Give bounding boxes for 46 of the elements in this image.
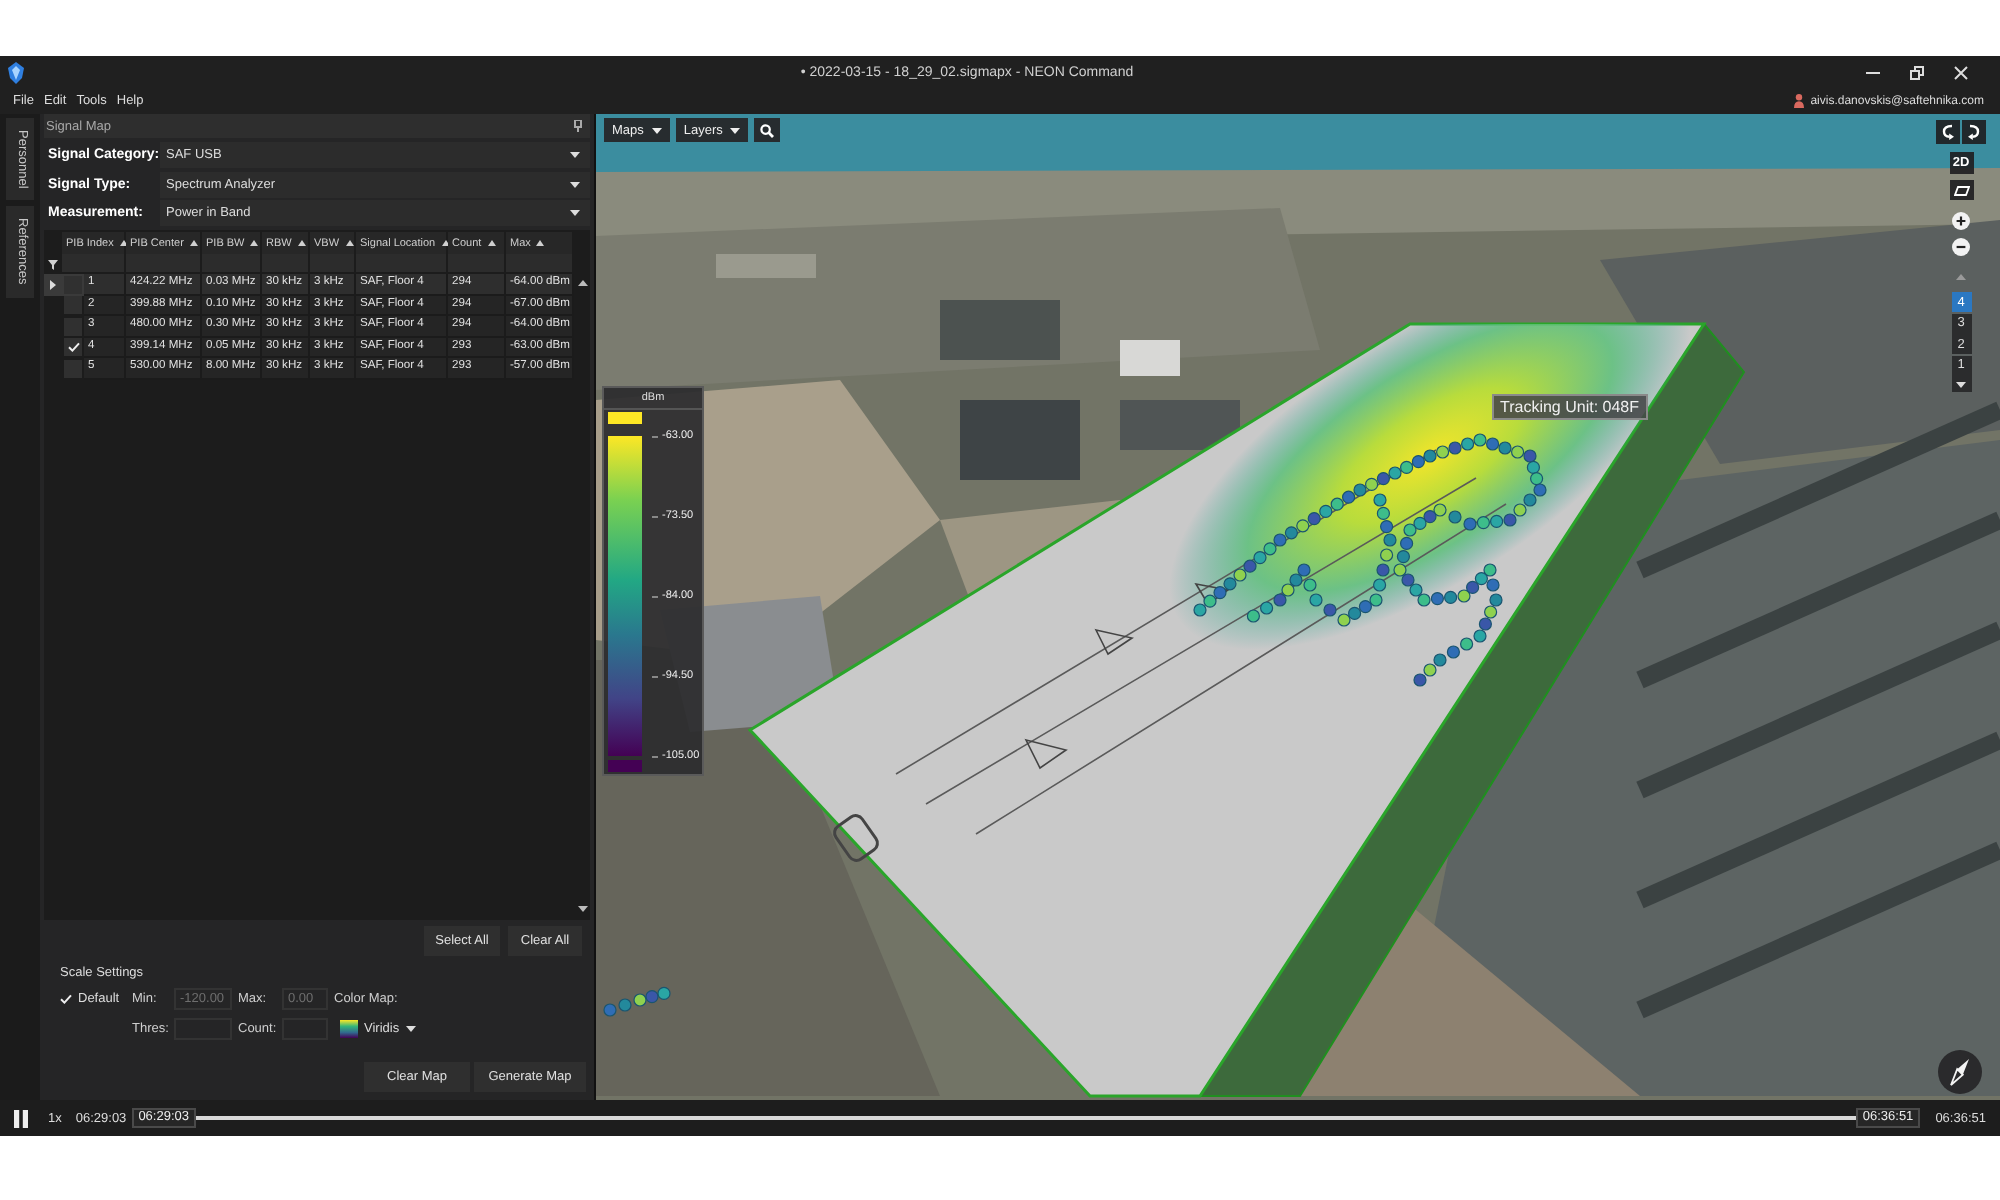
- compass-icon[interactable]: [1938, 1050, 1982, 1094]
- pin-icon[interactable]: [574, 120, 582, 132]
- row-checkbox[interactable]: [64, 338, 82, 357]
- tilt-icon: [1953, 185, 1969, 195]
- search-icon: [760, 123, 775, 137]
- caret-up-icon[interactable]: [577, 280, 587, 286]
- rotate-left-button[interactable]: [1936, 120, 1960, 144]
- zoom-in-icon[interactable]: [1952, 212, 1970, 230]
- check-icon: [67, 342, 79, 353]
- caret-down-icon: [730, 127, 741, 133]
- zoom-out-icon[interactable]: [1952, 238, 1970, 256]
- sort-arrow-icon: [297, 240, 306, 246]
- color-swatch-icon: [608, 760, 642, 772]
- row-checkbox[interactable]: [64, 296, 82, 315]
- sort-arrow-icon: [536, 240, 545, 246]
- sort-arrow-icon: [189, 240, 198, 246]
- caret-down-icon: [570, 182, 580, 188]
- color-swatch-icon: [608, 412, 642, 424]
- rotate-left-icon: [1942, 124, 1954, 140]
- tilt-button[interactable]: [1949, 180, 1973, 200]
- check-icon: [60, 994, 72, 1004]
- tracking-label: Tracking Unit: 048F: [1492, 394, 1648, 420]
- caret-down-icon: [1956, 381, 1966, 387]
- rotate-right-button[interactable]: [1962, 120, 1986, 144]
- filter-icon[interactable]: [48, 259, 58, 269]
- caret-down-icon[interactable]: [577, 906, 587, 912]
- sort-arrow-icon: [487, 240, 496, 246]
- floor-down-button[interactable]: [1951, 376, 1971, 392]
- row-checkbox[interactable]: [64, 275, 82, 294]
- rotate-right-icon: [1968, 124, 1980, 140]
- caret-down-icon: [405, 1026, 416, 1032]
- current-row-icon: [50, 279, 56, 290]
- user-icon: [1794, 94, 1805, 108]
- close-icon[interactable]: [1953, 65, 1967, 79]
- search-button[interactable]: [754, 118, 781, 142]
- app-logo-icon: [8, 61, 24, 83]
- pause-icon[interactable]: [14, 1109, 28, 1127]
- caret-down-icon: [651, 127, 662, 133]
- sort-arrow-icon: [250, 240, 259, 246]
- caret-down-icon: [570, 210, 580, 216]
- restore-icon[interactable]: [1909, 65, 1923, 79]
- caret-down-icon: [570, 152, 580, 158]
- minimize-icon[interactable]: [1865, 71, 1879, 73]
- filter-field[interactable]: [62, 254, 126, 274]
- sort-arrow-icon: [345, 240, 354, 246]
- swatch-icon: [340, 1020, 358, 1038]
